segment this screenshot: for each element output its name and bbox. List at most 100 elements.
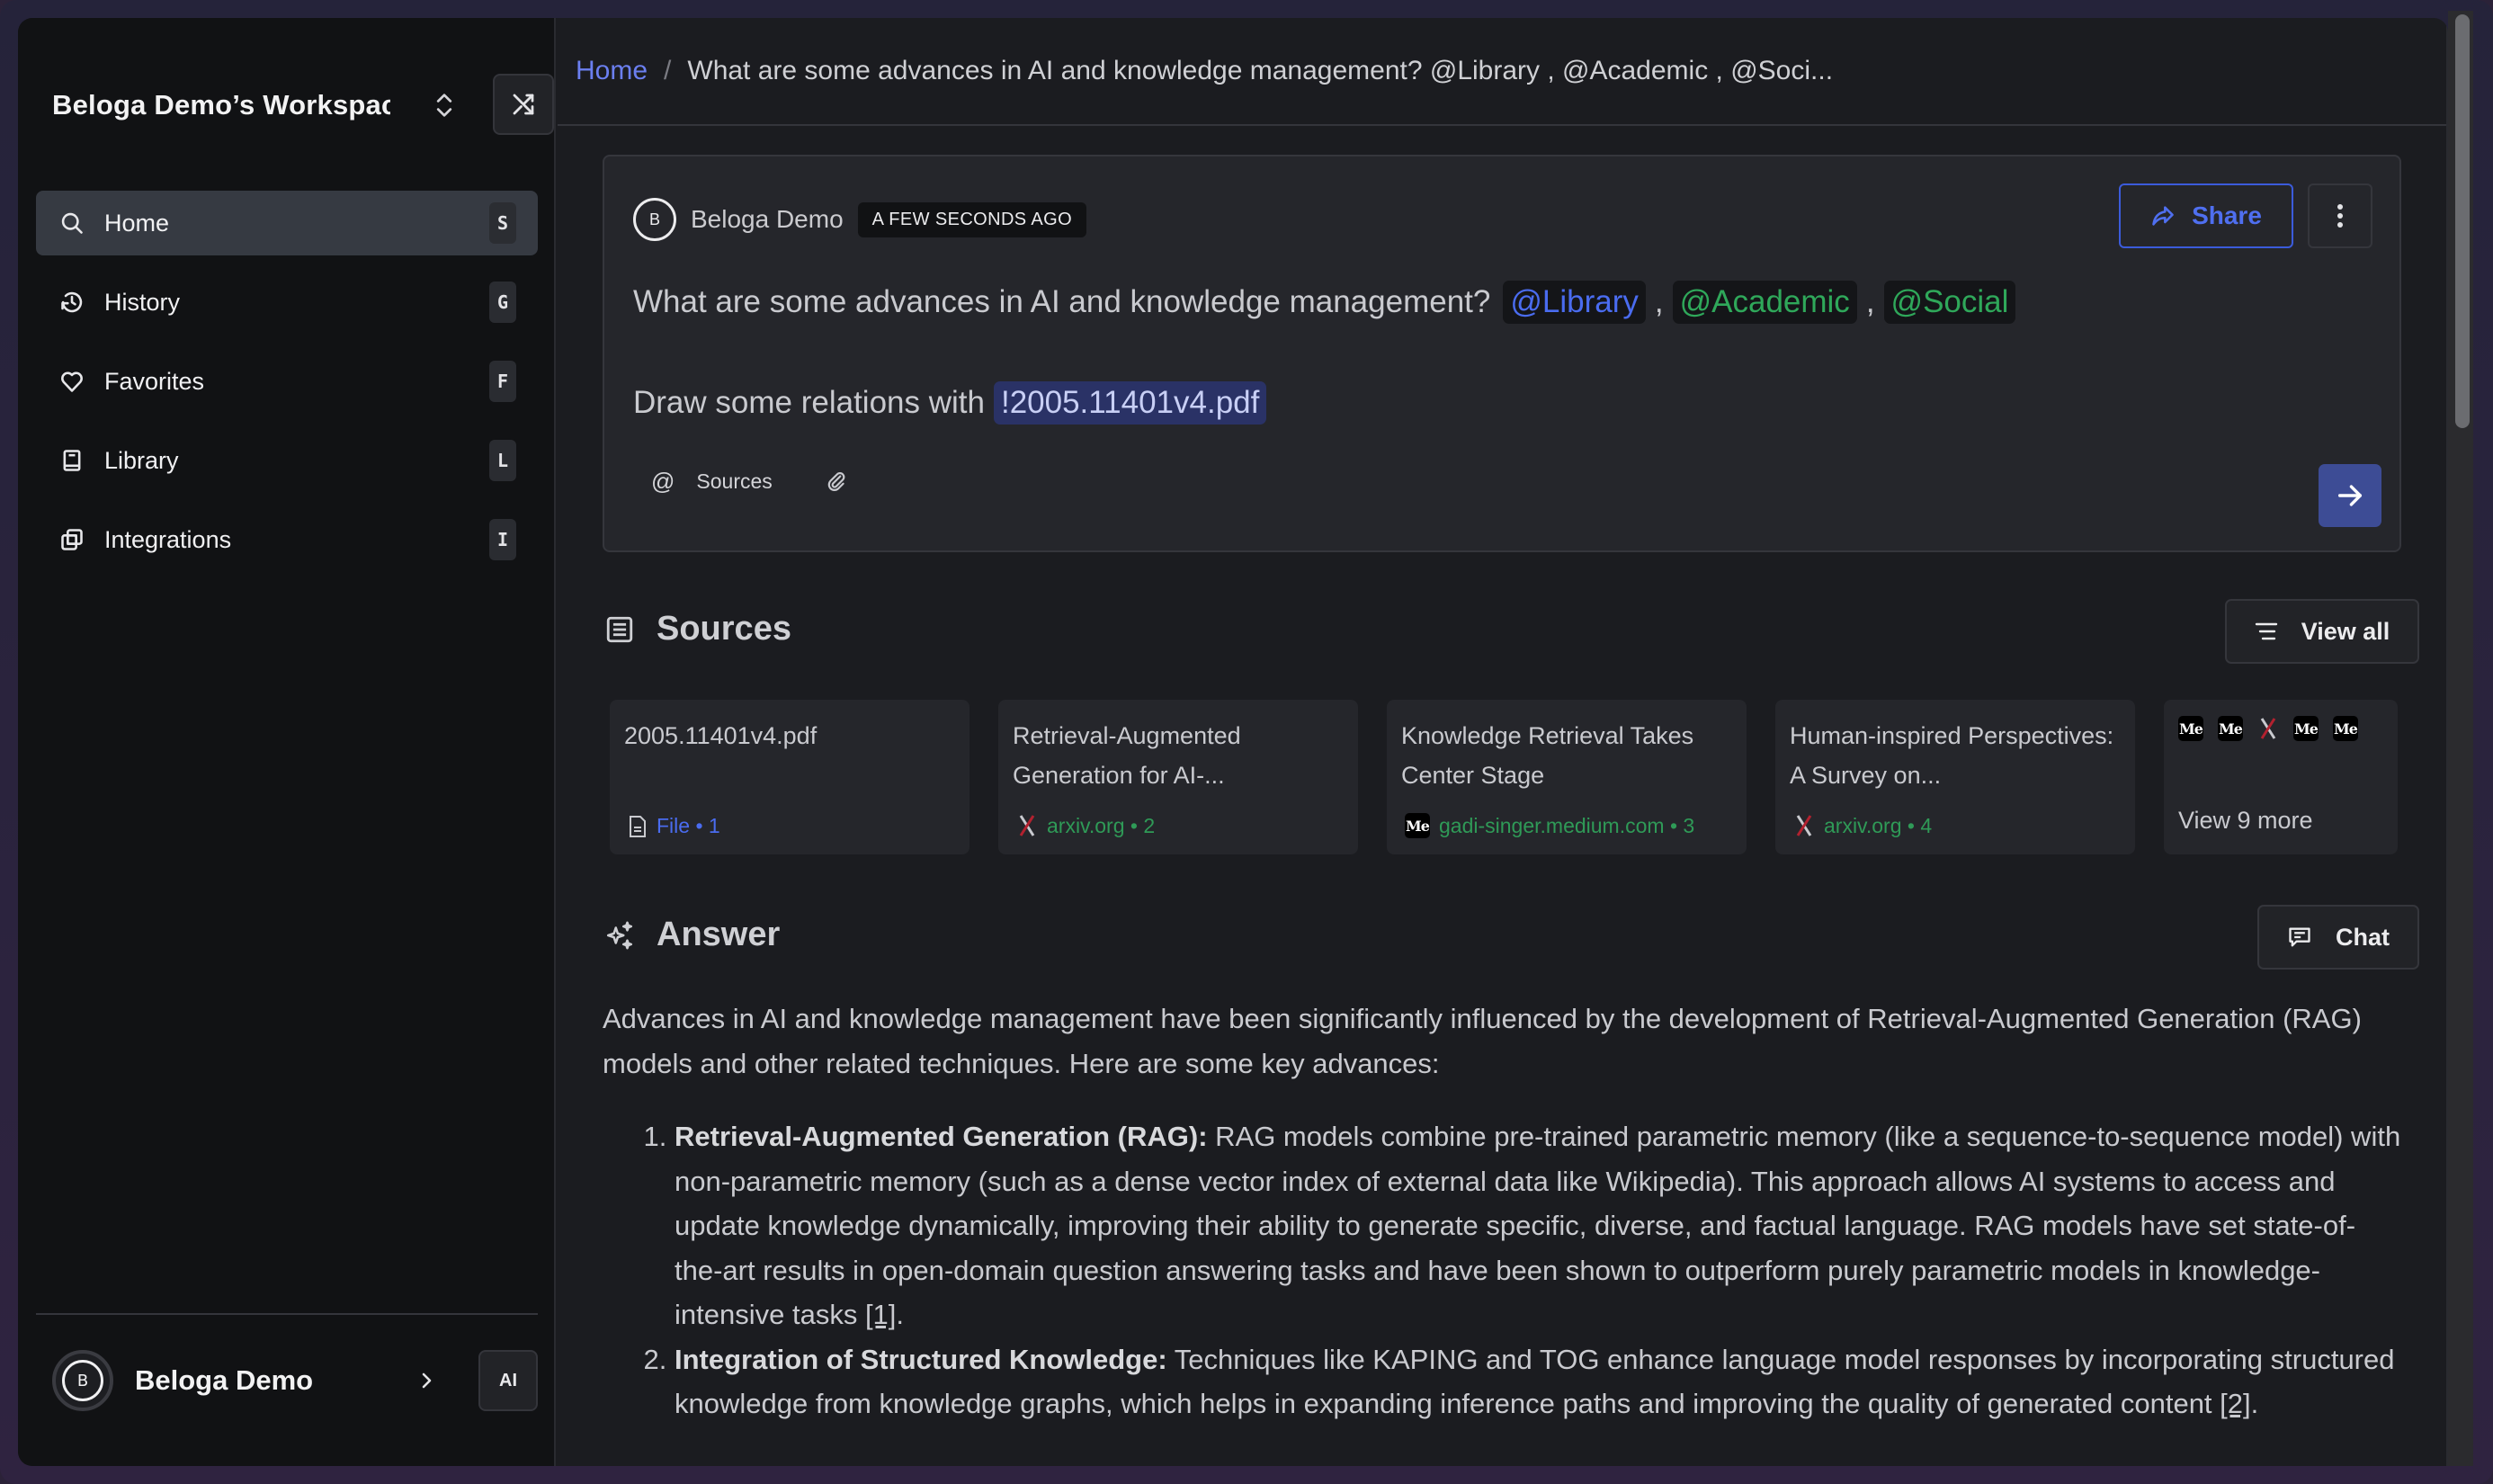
source-card[interactable]: Knowledge Retrieval Takes Center Stage M…	[1387, 700, 1747, 854]
at-sign-icon: @	[651, 468, 675, 495]
sidebar-item-favorites[interactable]: Favorites F	[36, 349, 538, 414]
source-card[interactable]: Human-inspired Perspectives: A Survey on…	[1775, 700, 2135, 854]
source-meta-text: gadi-singer.medium.com • 3	[1439, 813, 1695, 837]
source-meta-text: arxiv.org • 4	[1824, 813, 1933, 837]
workspace-name[interactable]: Beloga Demo’s Workspace	[52, 89, 390, 121]
separator-comma: ,	[1654, 284, 1664, 319]
sidebar-item-history[interactable]: History G	[36, 270, 538, 335]
sources-title: Sources	[657, 610, 791, 648]
query-header: B Beloga Demo A FEW SECONDS AGO	[633, 198, 1087, 241]
answer-list-item: Integration of Structured Knowledge: Tec…	[675, 1337, 2401, 1426]
source-meta: arxiv.org • 2	[1016, 813, 1155, 838]
share-button[interactable]: Share	[2119, 183, 2293, 248]
shortcut-key: L	[489, 440, 516, 481]
avatar-letter: B	[62, 1360, 103, 1401]
chevron-right-icon	[422, 1372, 432, 1389]
file-reference-chip[interactable]: !2005.11401v4.pdf	[993, 381, 1267, 425]
medium-favicon-icon: Me	[2293, 716, 2319, 741]
sidebar-item-library[interactable]: Library L	[36, 428, 538, 493]
breadcrumb: Home / What are some advances in AI and …	[558, 18, 2446, 126]
query-card: B Beloga Demo A FEW SECONDS AGO Share Wh…	[603, 155, 2401, 552]
scrollbar-thumb[interactable]	[2455, 14, 2470, 428]
mention-library[interactable]: @Library	[1503, 281, 1646, 324]
mention-academic[interactable]: @Academic	[1672, 281, 1857, 324]
chat-bubble-icon	[2289, 927, 2310, 947]
sidebar-item-label: Home	[104, 209, 170, 237]
chat-label: Chat	[2336, 923, 2390, 951]
sidebar-item-label: Favorites	[104, 367, 205, 395]
breadcrumb-current: What are some advances in AI and knowled…	[687, 56, 1834, 85]
sources-button[interactable]: Sources	[696, 469, 772, 494]
paperclip-icon[interactable]	[825, 469, 848, 496]
answer-title: Answer	[657, 916, 781, 953]
shortcut-key: I	[489, 519, 516, 560]
item-heading: Integration of Structured Knowledge:	[675, 1343, 1167, 1375]
source-meta: File • 1	[628, 814, 720, 838]
item-end: .	[896, 1299, 905, 1330]
shortcut-key: G	[489, 282, 516, 323]
arrow-right-icon	[2337, 485, 2363, 506]
source-meta-text: arxiv.org • 2	[1047, 813, 1156, 837]
user-profile-button[interactable]: B Beloga Demo AI	[52, 1349, 538, 1412]
timestamp-badge: A FEW SECONDS AGO	[857, 201, 1087, 237]
heart-icon	[59, 369, 85, 394]
citation-link[interactable]: [1]	[865, 1299, 896, 1330]
source-card[interactable]: Retrieval-Augmented Generation for AI-..…	[998, 700, 1358, 854]
query-followup: Draw some relations with !2005.11401v4.p…	[633, 381, 1267, 425]
ai-assistant-button[interactable]: AI	[478, 1350, 538, 1411]
answer-intro: Advances in AI and knowledge management …	[603, 1003, 2362, 1079]
more-vertical-icon	[2337, 204, 2343, 228]
collapse-sidebar-button[interactable]	[493, 74, 554, 135]
chevron-up-down-icon[interactable]	[432, 90, 457, 121]
search-icon	[59, 210, 85, 236]
view-more-sources-card[interactable]: Me Me Me Me View 9 more	[2164, 700, 2398, 854]
sidebar-nav: Home S History G Favorites F Library L I…	[36, 191, 538, 586]
sidebar: Beloga Demo’s Workspace Home S History G	[18, 18, 556, 1466]
share-label: Share	[2192, 201, 2262, 229]
query-text: What are some advances in AI and knowled…	[633, 281, 2021, 324]
sidebar-item-label: Library	[104, 446, 179, 474]
share-icon	[2152, 206, 2174, 226]
citation-link[interactable]: [2]	[2220, 1388, 2250, 1419]
user-name: Beloga Demo	[135, 1364, 314, 1396]
answer-list: Retrieval-Augmented Generation (RAG): RA…	[603, 1114, 2401, 1426]
answer-heading: Answer	[604, 916, 780, 954]
sidebar-item-home[interactable]: Home S	[36, 191, 538, 255]
integrations-icon	[59, 527, 85, 552]
medium-favicon-icon: Me	[2178, 716, 2203, 741]
send-button[interactable]	[2319, 464, 2381, 527]
source-title: Retrieval-Augmented Generation for AI-..…	[1013, 722, 1241, 789]
view-more-label: View 9 more	[2178, 807, 2313, 834]
query-author: Beloga Demo	[691, 205, 844, 233]
more-options-button[interactable]	[2308, 183, 2372, 248]
source-card[interactable]: 2005.11401v4.pdf File • 1	[610, 700, 970, 854]
medium-favicon-icon: Me	[2218, 716, 2243, 741]
medium-favicon-icon: Me	[1405, 813, 1430, 838]
view-all-sources-button[interactable]: View all	[2225, 599, 2419, 664]
source-title: 2005.11401v4.pdf	[624, 722, 818, 749]
arxiv-favicon-icon	[1796, 815, 1812, 836]
breadcrumb-home-link[interactable]: Home	[576, 56, 648, 86]
item-heading: Retrieval-Augmented Generation (RAG):	[675, 1121, 1208, 1152]
shuffle-icon	[513, 94, 534, 115]
shortcut-key: F	[489, 361, 516, 402]
item-end: .	[2250, 1388, 2259, 1419]
avatar: B	[52, 1350, 113, 1411]
file-icon	[630, 815, 646, 837]
answer-list-item: Retrieval-Augmented Generation (RAG): RA…	[675, 1114, 2401, 1337]
sidebar-item-integrations[interactable]: Integrations I	[36, 507, 538, 572]
chat-button[interactable]: Chat	[2257, 905, 2419, 970]
workspace-switcher[interactable]: Beloga Demo’s Workspace	[52, 74, 554, 137]
query-followup-text: Draw some relations with	[633, 385, 985, 420]
avatar: B	[633, 198, 676, 241]
list-document-icon	[606, 616, 633, 642]
mention-social[interactable]: @Social	[1883, 281, 2016, 324]
source-meta: arxiv.org • 4	[1793, 813, 1932, 838]
answer-body: Advances in AI and knowledge management …	[603, 997, 2401, 1426]
history-icon	[59, 290, 85, 315]
sidebar-divider	[36, 1313, 538, 1315]
sources-heading: Sources	[604, 610, 791, 648]
arxiv-favicon-icon	[2260, 718, 2276, 739]
query-question: What are some advances in AI and knowled…	[633, 284, 1491, 319]
view-all-label: View all	[2301, 617, 2390, 645]
